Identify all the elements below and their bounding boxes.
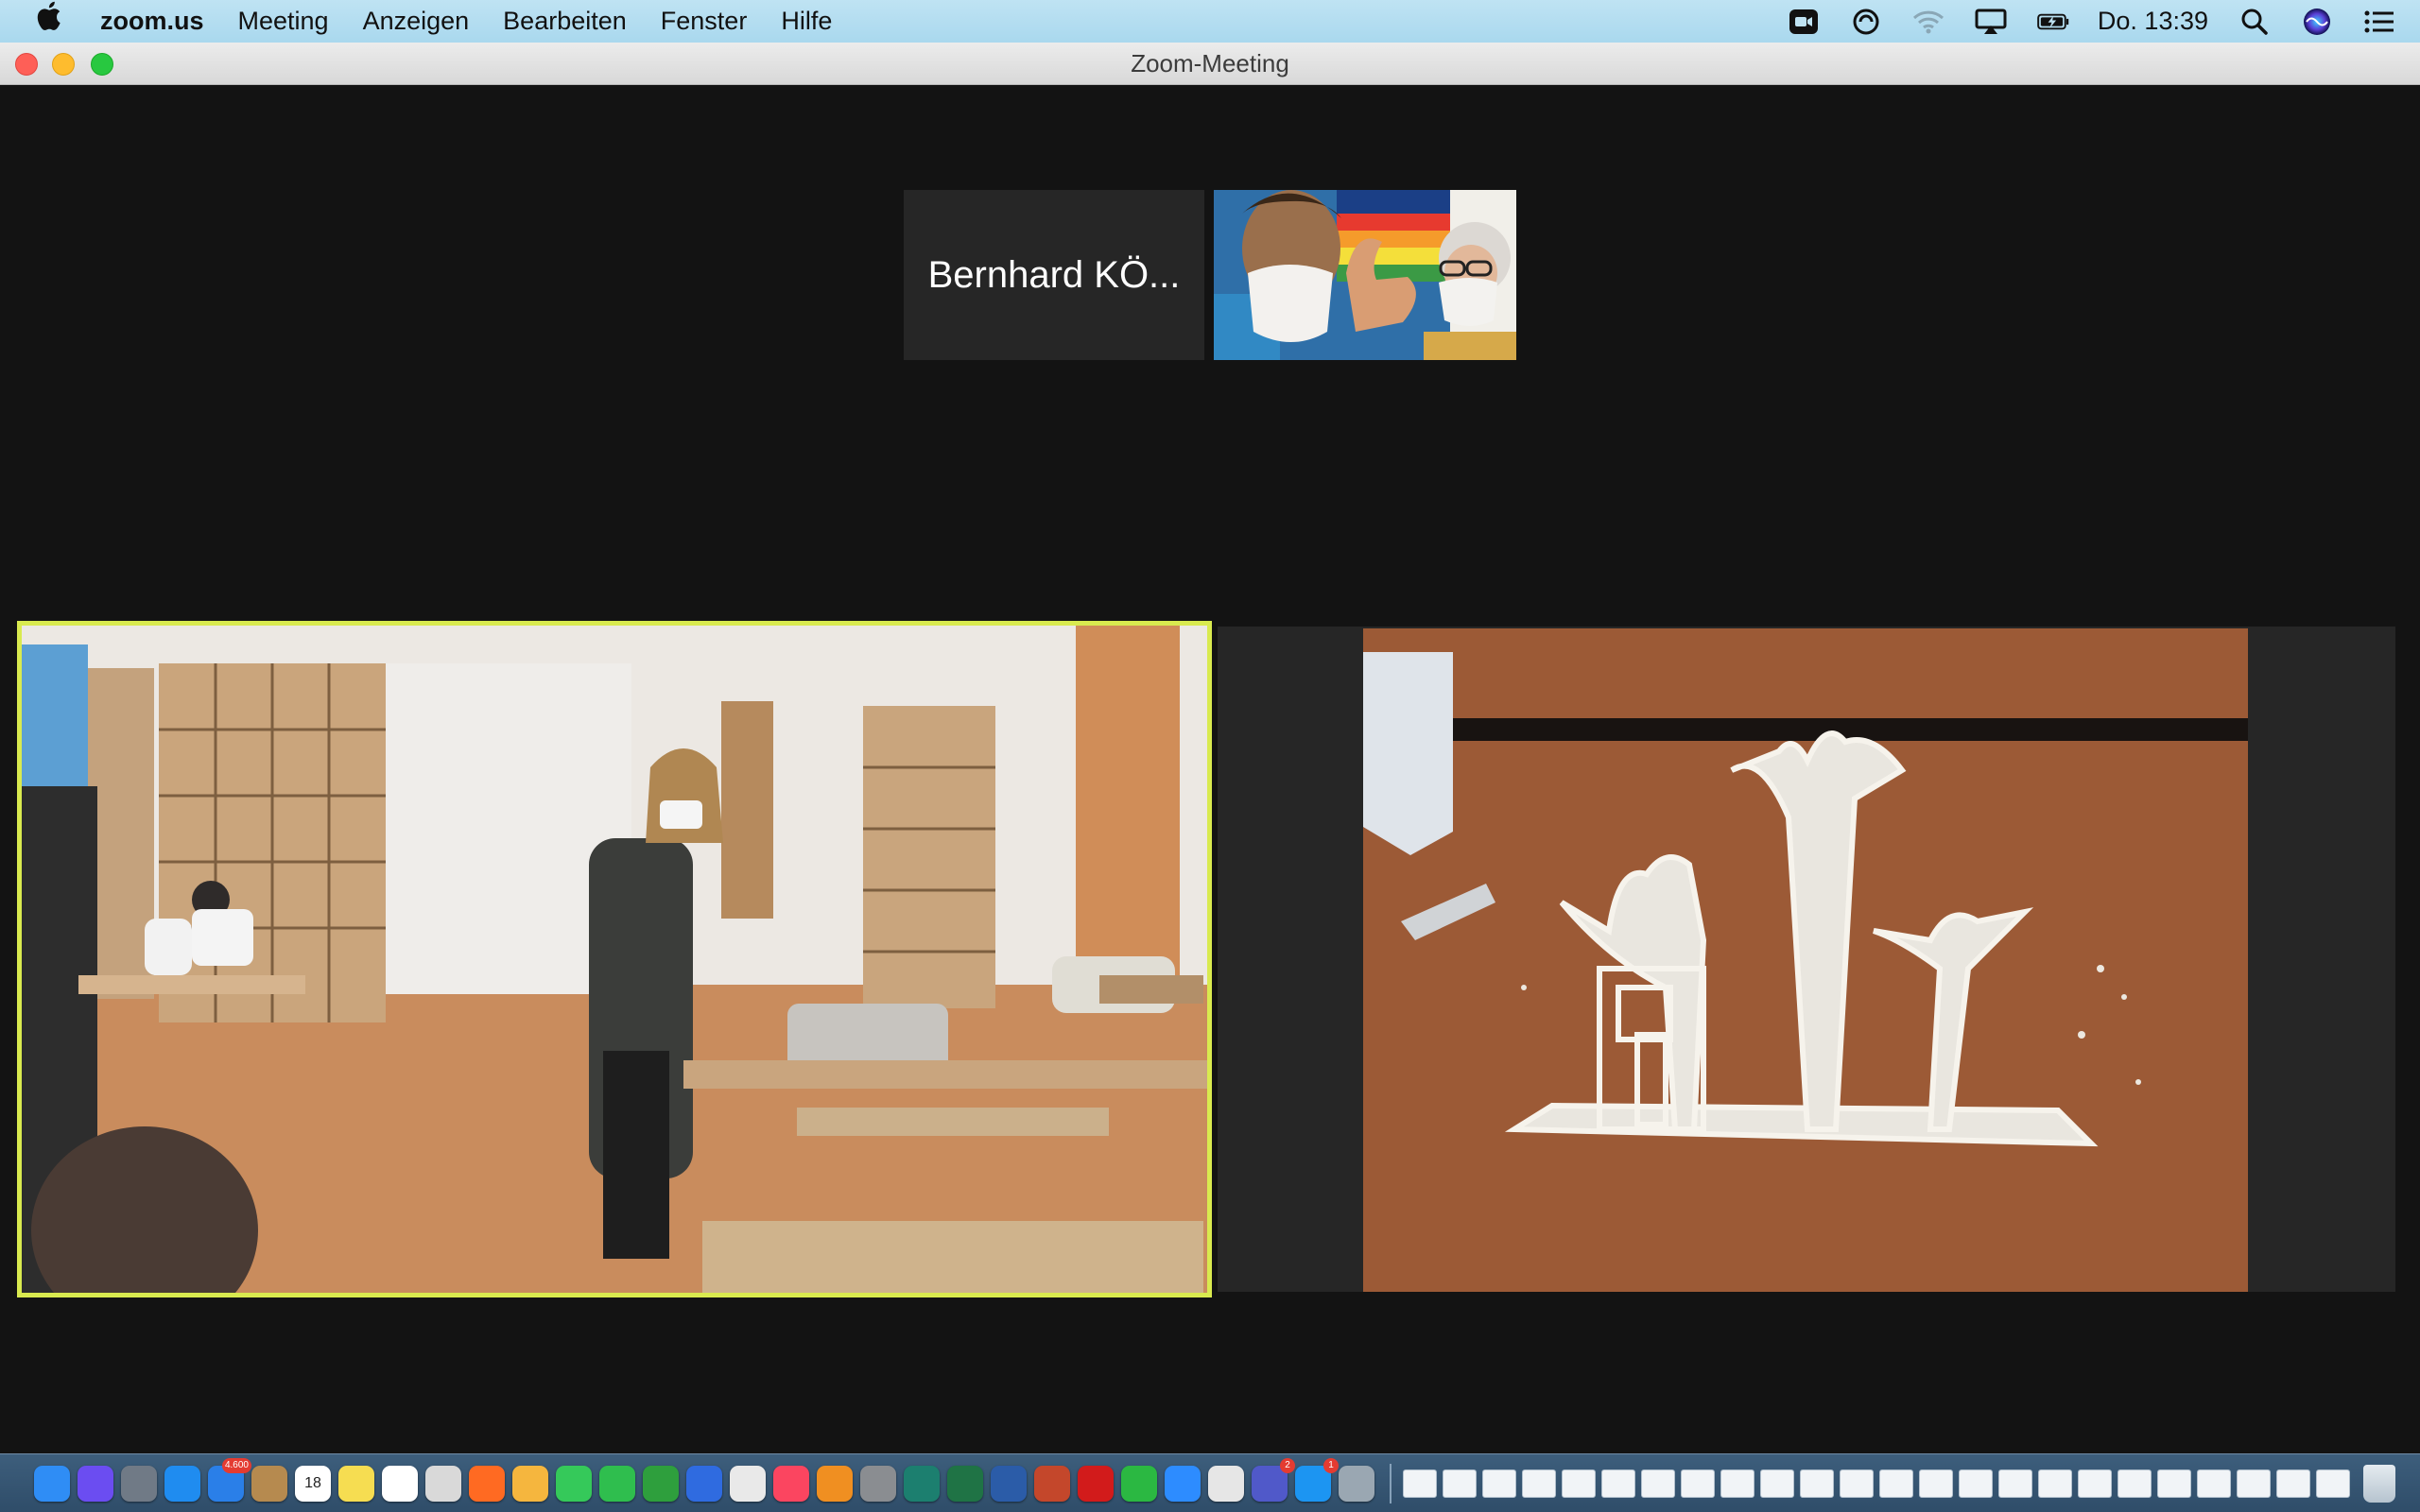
active-speaker-video-tile[interactable] <box>17 621 1212 1297</box>
dock-teams-badge: 2 <box>1280 1457 1295 1473</box>
airplay-icon[interactable] <box>1975 8 2007 36</box>
dock-airmail-icon[interactable] <box>1208 1465 1244 1502</box>
window-titlebar[interactable]: Zoom-Meeting <box>0 43 2420 85</box>
dock-powerpoint-icon[interactable] <box>1034 1465 1070 1502</box>
dock-separator <box>1390 1463 1392 1503</box>
dock-preview-icon[interactable] <box>425 1465 461 1502</box>
dock-mail-icon[interactable]: 4.600 <box>208 1457 251 1502</box>
zoom-icon[interactable] <box>1788 8 1820 36</box>
control-center-icon[interactable] <box>2363 8 2395 36</box>
dock-document-thumbnail[interactable] <box>1720 1469 1754 1498</box>
wifi-icon[interactable] <box>1912 8 1945 36</box>
dock-document-thumbnail[interactable] <box>2237 1469 2271 1498</box>
menu-meeting[interactable]: Meeting <box>238 7 329 36</box>
dock-system-preferences-icon[interactable] <box>860 1465 896 1502</box>
dock-document-thumbnail[interactable] <box>2197 1469 2231 1498</box>
dock-document-thumbnail[interactable] <box>1601 1469 1635 1498</box>
dock-messages-icon[interactable] <box>556 1465 592 1502</box>
dock-numbers-icon[interactable] <box>643 1465 679 1502</box>
dock-teams-icon[interactable]: 2 <box>1252 1457 1295 1502</box>
dock-reminders-icon[interactable] <box>382 1465 418 1502</box>
menu-hilfe[interactable]: Hilfe <box>781 7 832 36</box>
dock-document-thumbnail[interactable] <box>1760 1469 1794 1498</box>
apple-menu-icon[interactable] <box>34 0 81 43</box>
dock-word-icon[interactable] <box>991 1465 1027 1502</box>
salt-dough-tree-image <box>1363 628 2248 1292</box>
participant-name-tile[interactable]: Bernhard KÖ... <box>904 190 1204 360</box>
dock-whatsapp-icon[interactable] <box>1121 1465 1157 1502</box>
dock-firefox-icon[interactable] <box>469 1465 505 1502</box>
dock-document-thumbnail[interactable] <box>1403 1469 1437 1498</box>
dock-document-thumbnail[interactable] <box>1641 1469 1675 1498</box>
classroom-video-image <box>22 626 1207 1293</box>
dock-keynote-icon[interactable] <box>686 1465 722 1502</box>
sync-icon[interactable] <box>1850 8 1882 36</box>
participant-video-thumbnail[interactable] <box>1214 190 1516 360</box>
second-video-tile[interactable] <box>1363 628 2248 1292</box>
calendar-day-label: 18 <box>304 1474 321 1491</box>
dock-facetime-icon[interactable] <box>599 1465 635 1502</box>
dock-document-thumbnail[interactable] <box>2038 1469 2072 1498</box>
dock: 4.600 18 2 1 <box>0 1453 2420 1512</box>
dock-app-store-icon[interactable]: 1 <box>1295 1457 1339 1502</box>
menu-app-name[interactable]: zoom.us <box>100 7 204 36</box>
menu-clock[interactable]: Do. 13:39 <box>2098 7 2208 36</box>
meeting-area: Bernhard KÖ... <box>0 86 2420 1453</box>
dock-document-thumbnail[interactable] <box>1482 1469 1516 1498</box>
dock-books-icon[interactable] <box>817 1465 853 1502</box>
dock-document-thumbnail[interactable] <box>1681 1469 1715 1498</box>
dock-document-thumbnail[interactable] <box>1800 1469 1834 1498</box>
dock-siri-icon[interactable] <box>78 1465 113 1502</box>
dock-document-thumbnail[interactable] <box>1959 1469 1993 1498</box>
dock-zoom-icon[interactable] <box>1165 1465 1201 1502</box>
dock-music-icon[interactable] <box>773 1465 809 1502</box>
dock-document-thumbnail[interactable] <box>2078 1469 2112 1498</box>
dock-document-thumbnail[interactable] <box>1998 1469 2032 1498</box>
dock-chrome-icon[interactable] <box>730 1465 766 1502</box>
dock-excel-icon[interactable] <box>947 1465 983 1502</box>
dock-document-thumbnail[interactable] <box>2157 1469 2191 1498</box>
menu-anzeigen[interactable]: Anzeigen <box>363 7 470 36</box>
dock-trash-icon[interactable] <box>2363 1464 2395 1503</box>
dock-image-capture-icon[interactable] <box>1339 1465 1374 1502</box>
status-area: Do. 13:39 <box>1757 0 2395 43</box>
dock-document-thumbnail[interactable] <box>2276 1469 2310 1498</box>
dock-document-thumbnail[interactable] <box>2118 1469 2152 1498</box>
dock-photos-icon[interactable] <box>512 1465 548 1502</box>
siri-icon[interactable] <box>2301 8 2333 36</box>
dock-launchpad-icon[interactable] <box>121 1465 157 1502</box>
dock-mail-badge: 4.600 <box>221 1457 251 1473</box>
dock-document-thumbnail[interactable] <box>1879 1469 1913 1498</box>
menu-fenster[interactable]: Fenster <box>661 7 748 36</box>
dock-acrobat-icon[interactable] <box>1078 1465 1114 1502</box>
thumbnail-video-image <box>1214 190 1516 360</box>
menu-bearbeiten[interactable]: Bearbeiten <box>503 7 627 36</box>
dock-document-thumbnail[interactable] <box>1522 1469 1556 1498</box>
menu-bar: zoom.us Meeting Anzeigen Bearbeiten Fens… <box>0 0 2420 43</box>
participant-name: Bernhard KÖ... <box>927 253 1181 296</box>
dock-document-thumbnail[interactable] <box>1443 1469 1477 1498</box>
battery-icon[interactable] <box>2037 8 2069 36</box>
dock-document-thumbnail[interactable] <box>1919 1469 1953 1498</box>
dock-finder-icon[interactable] <box>34 1465 70 1502</box>
dock-document-thumbnail[interactable] <box>2316 1469 2350 1498</box>
window-title: Zoom-Meeting <box>1131 49 1289 77</box>
dock-document-thumbnail[interactable] <box>1562 1469 1596 1498</box>
dock-notes-book-icon[interactable] <box>251 1465 287 1502</box>
dock-calendar-icon[interactable]: 18 <box>295 1465 331 1502</box>
search-icon[interactable] <box>2238 8 2271 36</box>
dock-safari-icon[interactable] <box>164 1465 200 1502</box>
dock-document-thumbnail[interactable] <box>1840 1469 1874 1498</box>
dock-messenger-icon[interactable] <box>904 1465 940 1502</box>
dock-stickies-icon[interactable] <box>338 1465 374 1502</box>
dock-app-store-badge: 1 <box>1323 1457 1339 1473</box>
